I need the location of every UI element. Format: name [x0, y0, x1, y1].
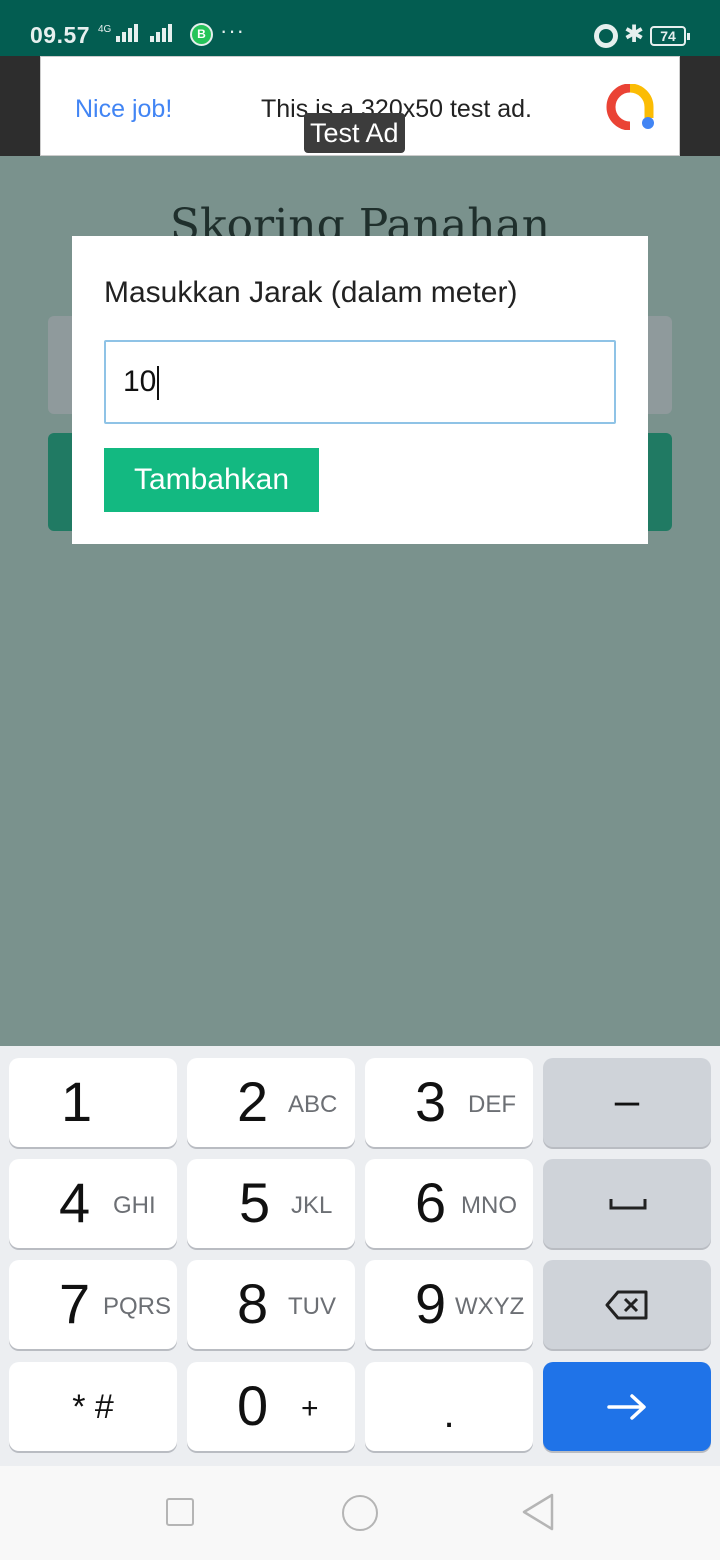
status-bar: 09.57 4G B ··· ✱ 74 [0, 0, 720, 56]
key-3-digit: 3 [415, 1070, 447, 1133]
system-nav-bar [0, 1466, 720, 1560]
whatsapp-business-icon: B [190, 23, 213, 46]
key-0-letters: + [301, 1392, 319, 1425]
arrow-right-icon [607, 1394, 646, 1420]
recents-icon[interactable] [166, 1498, 194, 1526]
key-9-letters: WXYZ [455, 1293, 525, 1320]
key-8-digit: 8 [237, 1272, 269, 1335]
key-2[interactable]: 2 ABC [187, 1058, 355, 1147]
key-space[interactable] [543, 1159, 711, 1248]
key-backspace[interactable] [543, 1260, 711, 1349]
key-6-letters: MNO [461, 1192, 517, 1219]
key-5-digit: 5 [239, 1171, 271, 1234]
ad-banner-strip: Nice job! This is a 320x50 test ad. Test… [0, 56, 720, 156]
key-4-digit: 4 [59, 1171, 91, 1234]
key-4-letters: GHI [113, 1192, 156, 1219]
key-5[interactable]: 5 JKL [187, 1159, 355, 1248]
key-6[interactable]: 6 MNO [365, 1159, 533, 1248]
key-0-digit: 0 [237, 1374, 269, 1437]
key-9-digit: 9 [415, 1272, 447, 1335]
key-5-letters: JKL [291, 1192, 333, 1219]
key-1-digit: 1 [61, 1070, 93, 1133]
status-time: 09.57 [30, 22, 91, 48]
test-ad-label: Test Ad [304, 113, 405, 153]
home-icon[interactable] [342, 1495, 378, 1531]
more-notifications-icon: ··· [220, 18, 245, 43]
key-1[interactable]: 1 [9, 1058, 177, 1147]
key-enter[interactable] [543, 1362, 711, 1451]
dialog-title: Masukkan Jarak (dalam meter) [104, 276, 518, 309]
network-type: 4G [98, 24, 112, 35]
key-star-hash-label: * # [72, 1388, 114, 1426]
key-2-digit: 2 [237, 1070, 269, 1133]
key-2-letters: ABC [288, 1091, 338, 1118]
add-button[interactable]: Tambahkan [104, 448, 319, 512]
key-minus-label: – [614, 1076, 640, 1125]
key-0[interactable]: 0 + [187, 1362, 355, 1451]
key-dot-label: . [443, 1392, 455, 1436]
admob-logo-icon [606, 84, 654, 130]
backspace-icon [605, 1290, 648, 1320]
numeric-keyboard: 1 2 ABC 3 DEF – 4 GHI 5 JKL 6 MNO 7 PQRS… [0, 1046, 720, 1466]
text-cursor [157, 366, 160, 401]
key-7[interactable]: 7 PQRS [9, 1260, 177, 1349]
key-7-letters: PQRS [103, 1293, 172, 1320]
key-7-digit: 7 [59, 1272, 91, 1335]
key-4[interactable]: 4 GHI [9, 1159, 177, 1248]
key-8[interactable]: 8 TUV [187, 1260, 355, 1349]
battery-icon: 74 [650, 26, 690, 46]
key-6-digit: 6 [415, 1171, 447, 1234]
key-8-letters: TUV [288, 1293, 336, 1320]
ad-headline: Nice job! [75, 95, 173, 123]
bluetooth-icon: ✱ [624, 21, 645, 48]
distance-input[interactable]: 10 [104, 340, 616, 424]
key-3-letters: DEF [468, 1091, 516, 1118]
app-title: Skoring Panahan [169, 200, 551, 236]
key-9[interactable]: 9 WXYZ [365, 1260, 533, 1349]
key-star-hash[interactable]: * # [9, 1362, 177, 1451]
space-icon [609, 1199, 647, 1210]
key-dot[interactable]: . [365, 1362, 533, 1451]
distance-dialog: Masukkan Jarak (dalam meter) 10 Tambahka… [72, 236, 648, 544]
key-minus[interactable]: – [543, 1058, 711, 1147]
network-signal-icon: 4G [98, 24, 174, 42]
distance-input-value: 10 [123, 365, 157, 398]
back-icon[interactable] [520, 1492, 556, 1532]
key-3[interactable]: 3 DEF [365, 1058, 533, 1147]
alarm-icon [594, 24, 618, 48]
